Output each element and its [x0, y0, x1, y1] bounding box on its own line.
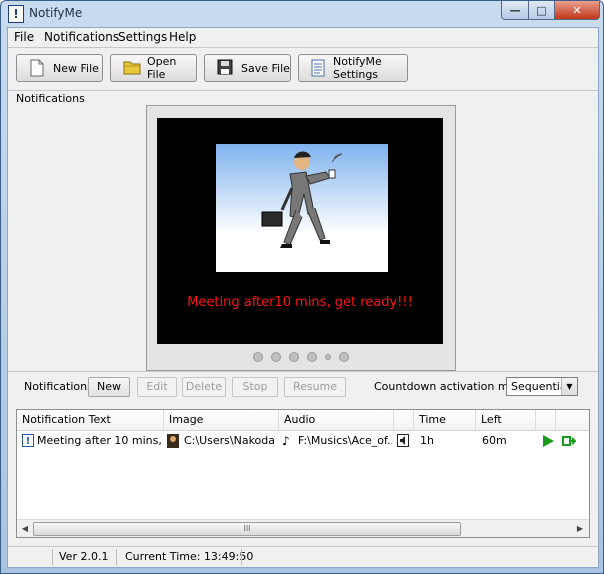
col-audio-extra[interactable]	[394, 410, 414, 430]
row-notification-text: Meeting after 10 mins, get...	[37, 434, 163, 447]
scroll-thumb[interactable]: III	[33, 522, 461, 536]
maximize-icon: □	[536, 3, 547, 17]
stop-button[interactable]: Stop	[232, 377, 278, 397]
row-audio-path: F:\Musics\Ace_of...	[298, 434, 392, 447]
image-thumbnail-icon	[167, 434, 179, 448]
new-file-button[interactable]: New File	[16, 54, 103, 82]
col-time[interactable]: Time	[414, 410, 476, 430]
toolbar: New File Open File Save File NotifyMe Se…	[8, 48, 598, 92]
table-header: Notification Text Image Audio Time Left	[17, 410, 589, 431]
playback-indicator	[147, 352, 455, 362]
businessman-image	[216, 144, 388, 272]
new-notification-button[interactable]: New	[88, 377, 130, 397]
save-file-button[interactable]: Save File	[204, 54, 291, 82]
notification-preview-frame: Meeting after10 mins, get ready!!!	[146, 105, 456, 371]
notifyme-settings-label: NotifyMe Settings	[333, 55, 382, 81]
notifications-table: Notification Text Image Audio Time Left …	[16, 409, 590, 538]
minimize-icon: —	[509, 3, 521, 17]
window-title: NotifyMe	[29, 6, 83, 20]
music-note-icon: ♪	[282, 434, 290, 448]
indicator-dot	[325, 354, 331, 360]
menu-bar: File Notifications Settings Help	[8, 28, 598, 47]
new-file-label: New File	[53, 61, 99, 75]
status-divider	[52, 549, 53, 565]
col-play[interactable]	[536, 410, 556, 430]
indicator-dot	[289, 352, 299, 362]
save-file-label: Save File	[241, 61, 290, 75]
col-image[interactable]: Image	[164, 410, 279, 430]
row-image-path: C:\Users\Nakoda...	[184, 434, 276, 447]
col-audio[interactable]: Audio	[279, 410, 394, 430]
menu-help[interactable]: Help	[169, 30, 196, 44]
app-window: ! NotifyMe — □ ✕ File Notifications Sett…	[0, 0, 604, 574]
col-action[interactable]	[556, 410, 576, 430]
floppy-disk-icon	[217, 59, 233, 77]
settings-document-icon	[311, 59, 325, 77]
scroll-right-icon[interactable]: ▶	[573, 522, 587, 535]
indicator-dot	[253, 352, 263, 362]
delete-button[interactable]: Delete	[182, 377, 226, 397]
menu-settings[interactable]: Settings	[118, 30, 167, 44]
controls-divider	[8, 371, 598, 372]
edit-button[interactable]: Edit	[137, 377, 177, 397]
status-divider	[241, 549, 242, 565]
indicator-dot	[307, 352, 317, 362]
minimize-button[interactable]: —	[501, 1, 529, 20]
toolbar-divider	[8, 90, 598, 91]
open-file-button[interactable]: Open File	[110, 54, 197, 82]
close-button[interactable]: ✕	[554, 1, 600, 20]
folder-icon	[123, 59, 141, 77]
menu-file[interactable]: File	[14, 30, 34, 44]
notification-message: Meeting after10 mins, get ready!!!	[187, 295, 413, 310]
maximize-button[interactable]: □	[528, 1, 555, 20]
chevron-down-icon: ▼	[561, 378, 577, 395]
row-time: 1h	[420, 434, 434, 447]
row-left: 60m	[482, 434, 507, 447]
scroll-grip: III	[243, 524, 251, 533]
open-file-label: Open File	[147, 55, 177, 81]
notification-type-icon: !	[22, 434, 34, 447]
notification-controls: Notifications: New Edit Delete Stop Resu…	[8, 373, 598, 401]
play-icon[interactable]	[541, 434, 555, 448]
activation-mode-select[interactable]: Sequential ▼	[506, 377, 578, 396]
controls-label: Notifications:	[24, 380, 97, 393]
version-text: Ver 2.0.1	[59, 550, 109, 563]
scroll-left-icon[interactable]: ◀	[18, 522, 32, 535]
indicator-dot	[271, 352, 281, 362]
section-notifications-label: Notifications	[16, 92, 85, 105]
col-left[interactable]: Left	[476, 410, 536, 430]
close-icon: ✕	[572, 3, 582, 17]
status-bar: Ver 2.0.1 Current Time: 13:49:50	[8, 546, 598, 567]
new-file-icon	[29, 59, 45, 77]
indicator-dot	[339, 352, 349, 362]
current-time-text: Current Time: 13:49:50	[125, 550, 254, 563]
horizontal-scrollbar[interactable]: ◀ III ▶	[17, 519, 589, 537]
preview-screen: Meeting after10 mins, get ready!!!	[157, 118, 443, 344]
resume-button[interactable]: Resume	[284, 377, 346, 397]
title-bar[interactable]: ! NotifyMe — □ ✕	[1, 1, 603, 27]
notifyme-settings-button[interactable]: NotifyMe Settings	[298, 54, 408, 82]
menu-notifications[interactable]: Notifications	[44, 30, 119, 44]
client-area: File Notifications Settings Help New Fil…	[7, 27, 599, 568]
table-row[interactable]: ! Meeting after 10 mins, get... C:\Users…	[17, 432, 589, 450]
status-divider	[116, 549, 117, 565]
restart-icon[interactable]	[562, 434, 576, 448]
speaker-icon[interactable]	[397, 434, 409, 447]
col-notification-text[interactable]: Notification Text	[17, 410, 164, 430]
app-icon[interactable]: !	[8, 5, 24, 23]
